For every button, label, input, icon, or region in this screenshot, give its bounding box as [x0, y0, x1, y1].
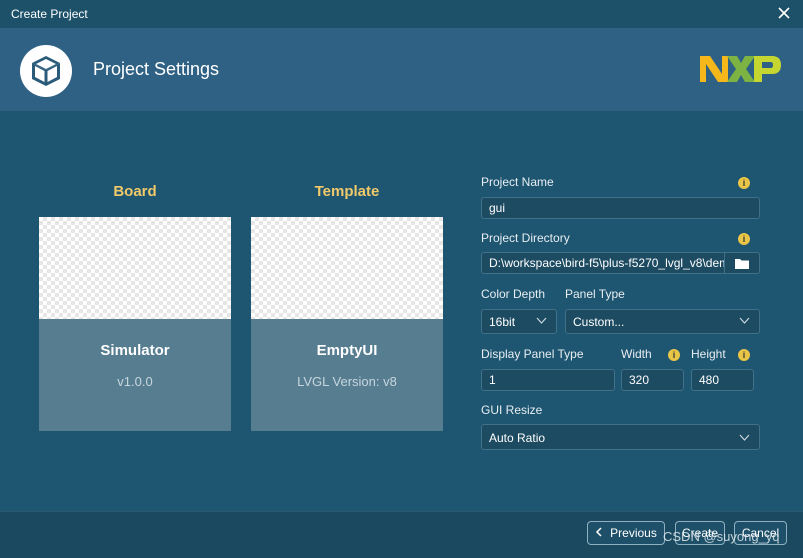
width-input[interactable]: 320 — [621, 369, 684, 391]
app-logo — [20, 45, 72, 97]
browse-folder-button[interactable] — [725, 252, 760, 274]
chevron-down-icon — [739, 434, 750, 441]
template-heading: Template — [314, 183, 380, 200]
gui-resize-value: Auto Ratio — [489, 431, 546, 445]
board-heading: Board — [113, 183, 157, 200]
panel-type-label: Panel Type — [565, 287, 625, 301]
color-depth-select[interactable]: 16bit — [481, 309, 557, 334]
gui-resize-select[interactable]: Auto Ratio — [481, 424, 760, 450]
info-icon[interactable]: i — [668, 349, 680, 361]
gui-resize-label: GUI Resize — [481, 403, 543, 417]
project-name-label: Project Name — [481, 175, 554, 189]
previous-button[interactable]: Previous — [587, 521, 665, 545]
board-thumbnail — [39, 217, 231, 319]
panel-type-select[interactable]: Custom... — [565, 309, 760, 334]
width-label: Width — [621, 347, 652, 361]
info-icon[interactable]: i — [738, 349, 750, 361]
title-bar: Create Project — [0, 0, 803, 28]
watermark: CSDN @suyong_yq — [663, 529, 780, 544]
previous-label: Previous — [610, 526, 657, 540]
color-depth-label: Color Depth — [481, 287, 546, 301]
info-icon[interactable]: i — [738, 177, 750, 189]
page-title: Project Settings — [93, 59, 220, 79]
board-version: v1.0.0 — [117, 374, 153, 389]
height-input[interactable]: 480 — [691, 369, 754, 391]
window-title: Create Project — [11, 7, 88, 21]
nxp-logo — [700, 56, 781, 82]
project-directory-label: Project Directory — [481, 231, 570, 245]
board-name: Simulator — [100, 342, 170, 359]
color-depth-value: 16bit — [489, 315, 516, 329]
panel-type-value: Custom... — [573, 315, 625, 329]
chevron-left-icon — [596, 527, 602, 537]
chevron-down-icon — [536, 317, 547, 324]
display-panel-type-input[interactable]: 1 — [481, 369, 615, 391]
board-card-simulator[interactable]: Simulator v1.0.0 — [39, 217, 231, 431]
template-card-emptyui[interactable]: EmptyUI LVGL Version: v8 — [251, 217, 443, 431]
chevron-down-icon — [739, 317, 750, 324]
header-banner: Project Settings — [0, 28, 803, 111]
cube-icon — [32, 56, 60, 86]
display-panel-type-label: Display Panel Type — [481, 347, 584, 361]
height-label: Height — [691, 347, 726, 361]
template-thumbnail — [251, 217, 443, 319]
close-icon[interactable] — [775, 4, 793, 22]
project-name-input[interactable]: gui — [481, 197, 760, 219]
template-name: EmptyUI — [316, 342, 378, 359]
project-directory-input[interactable]: D:\workspace\bird-f5\plus-f5270_lvgl_v8\… — [481, 252, 725, 274]
info-icon[interactable]: i — [738, 233, 750, 245]
create-project-dialog: Create Project Project Settings Board Te… — [0, 0, 803, 558]
folder-icon — [735, 259, 749, 269]
template-version: LVGL Version: v8 — [297, 374, 397, 389]
